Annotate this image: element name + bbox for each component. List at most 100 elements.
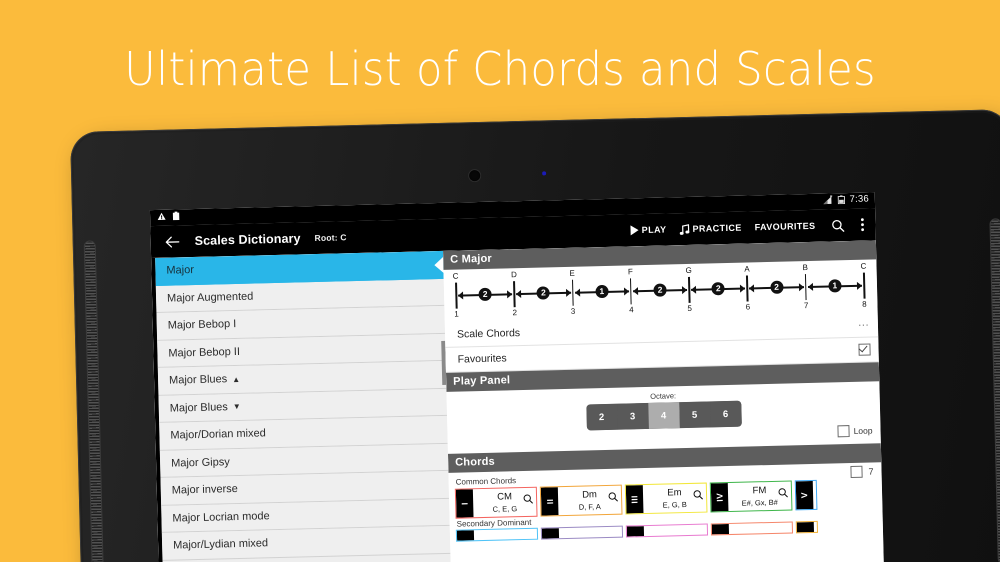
interval-arrow-right — [566, 288, 571, 296]
interval-degree-label: 2 — [512, 308, 517, 317]
interval-step-badge: 2 — [712, 282, 725, 295]
practice-button[interactable]: PRACTICE — [679, 222, 741, 235]
chord-card-body: FME#, Gx, B# — [728, 481, 792, 511]
interval-arrow-left — [575, 288, 580, 296]
interval-tick — [630, 278, 632, 304]
interval-note-label: B — [802, 263, 808, 272]
chord-degree-tab — [542, 528, 559, 538]
chord-degree-tab: V — [796, 481, 814, 509]
play-button[interactable]: PLAY — [631, 224, 667, 235]
chord-card[interactable] — [541, 526, 623, 540]
octave-option[interactable]: 4 — [648, 402, 680, 429]
chord-degree-label: II — [545, 498, 555, 504]
interval-note-label: D — [511, 270, 517, 279]
detail-pane: C Major C1D2E3F4G5A6B7C82212221 Scale Ch… — [443, 240, 884, 562]
music-note-icon — [679, 223, 689, 234]
chord-card[interactable] — [796, 521, 818, 534]
favourites-checkbox[interactable] — [858, 344, 870, 356]
interval-step-badge: 1 — [828, 279, 841, 292]
chord-degree-tab — [457, 530, 474, 540]
chord-degree-label: IV — [715, 493, 725, 502]
chord-notes: E, G, B — [663, 499, 687, 511]
search-icon[interactable] — [523, 491, 533, 509]
tablet-device: 7:36 Scales Dictionary Root: C PLAY — [70, 109, 1000, 562]
seventh-checkbox[interactable] — [850, 466, 862, 478]
octave-option[interactable]: 6 — [710, 401, 742, 428]
chord-name: CM — [497, 491, 512, 503]
list-item-label: Major Locrian mode — [172, 510, 269, 524]
interval-tick — [688, 277, 690, 303]
interval-note-label: A — [744, 264, 750, 273]
root-note-label: Root: C — [314, 232, 346, 243]
interval-degree-label: 5 — [687, 304, 692, 313]
octave-selector[interactable]: 23456 — [586, 401, 742, 431]
chord-degree-tab — [712, 524, 729, 534]
list-item[interactable]: Major/Lydian mixed — [162, 526, 451, 561]
list-item-label: Major Blues — [170, 401, 228, 414]
chord-card[interactable]: ICMC, E, G — [455, 487, 538, 519]
common-chords-label: Common Chords — [456, 476, 517, 486]
interval-tick — [805, 274, 807, 300]
interval-tick — [455, 283, 457, 309]
chord-card[interactable]: IIDmD, F, A — [540, 485, 623, 517]
interval-step-badge: 1 — [595, 285, 608, 298]
search-button[interactable] — [831, 219, 844, 232]
play-icon — [631, 225, 639, 235]
chord-card[interactable] — [626, 524, 708, 538]
chord-card[interactable]: IVFME#, Gx, B# — [710, 480, 793, 512]
octave-option[interactable]: 2 — [586, 404, 618, 431]
chord-card[interactable]: V — [795, 480, 818, 511]
list-item-label: Major Gipsy — [171, 456, 230, 469]
interval-tick — [513, 281, 515, 307]
app-bar-spacer — [347, 231, 618, 238]
chord-degree-tab: II — [541, 487, 559, 515]
list-item-label: Major Blues — [169, 373, 227, 386]
clipboard-icon — [172, 211, 180, 220]
favourites-button[interactable]: FAVOURITES — [755, 221, 816, 232]
chord-card[interactable]: IIIEmE, G, B — [625, 483, 708, 515]
interval-arrow-left — [458, 291, 463, 299]
interval-tick — [863, 273, 865, 299]
row-spacer — [520, 325, 858, 333]
interval-step-badge: 2 — [653, 283, 666, 296]
interval-degree-label: 8 — [862, 300, 867, 309]
chord-card-body: CMC, E, G — [473, 488, 537, 518]
search-icon[interactable] — [693, 487, 703, 505]
chord-degree-tab: III — [626, 485, 644, 513]
list-item-label: Major/Dorian mixed — [170, 428, 266, 442]
interval-tick — [572, 280, 574, 306]
search-icon[interactable] — [608, 489, 618, 507]
interval-degree-label: 4 — [629, 305, 634, 314]
selected-notch — [434, 257, 443, 273]
seventh-count-label: 7 — [868, 466, 873, 476]
interval-degree-label: 6 — [746, 302, 751, 311]
scale-chords-label: Scale Chords — [457, 327, 520, 341]
list-item-label: Major/Lydian mixed — [173, 538, 268, 552]
tablet-screen: 7:36 Scales Dictionary Root: C PLAY — [150, 192, 884, 562]
interval-arrow-right — [624, 287, 629, 295]
interval-degree-label: 1 — [454, 310, 459, 319]
play-panel: Octave: 23456 Loop — [446, 381, 880, 454]
loop-toggle[interactable]: Loop — [837, 424, 872, 437]
loop-checkbox[interactable] — [837, 425, 849, 437]
octave-option[interactable]: 3 — [617, 403, 649, 430]
interval-note-label: C — [453, 272, 459, 281]
search-icon[interactable] — [778, 485, 788, 503]
scale-list[interactable]: MajorMajor AugmentedMajor Bebop IMajor B… — [151, 251, 451, 562]
notification-led — [542, 171, 546, 175]
search-icon — [831, 219, 844, 232]
hero-title: Ultimate List of Chords and Scales — [30, 40, 970, 98]
scale-chords-overflow-icon[interactable]: ⋯ — [858, 318, 870, 331]
octave-option[interactable]: 5 — [679, 401, 711, 428]
chord-degree-label: III — [630, 495, 640, 504]
chord-degree-tab: IV — [711, 483, 729, 511]
interval-degree-label: 7 — [804, 301, 809, 310]
chord-degree-label: I — [460, 502, 470, 505]
back-arrow-icon[interactable] — [160, 230, 183, 253]
overflow-menu-button[interactable] — [860, 218, 864, 232]
chord-card[interactable] — [456, 528, 538, 542]
page-title: Scales Dictionary — [195, 231, 301, 248]
chord-card[interactable] — [711, 521, 793, 535]
list-item-direction-icon: ▲ — [232, 375, 240, 384]
screenshot-stage: Ultimate List of Chords and Scales — [0, 0, 1000, 562]
